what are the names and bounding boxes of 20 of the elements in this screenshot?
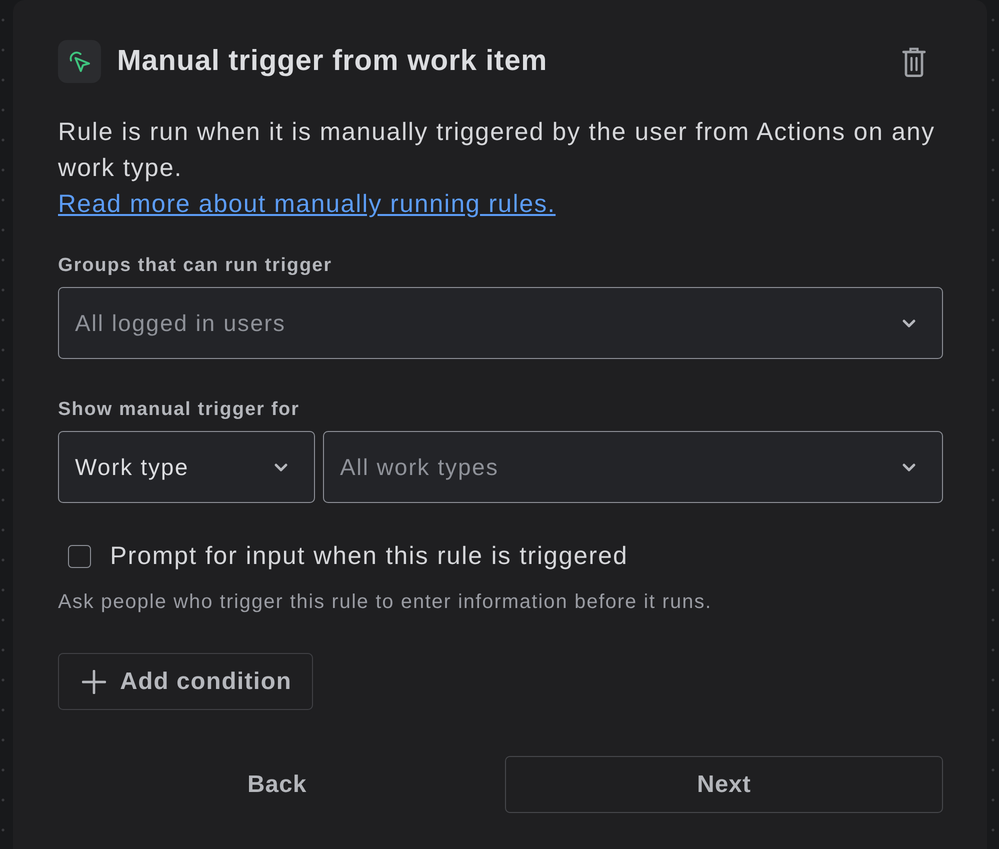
field-label: Groups that can run trigger: [58, 254, 334, 278]
cursor-click-icon: [58, 40, 101, 83]
description-text: Rule is run when it is manually triggered by the user from Actions on any work type.: [58, 117, 936, 184]
panel-title: Manual trigger from work item: [117, 45, 548, 78]
plus-icon: [82, 670, 106, 694]
chevron-down-icon: [902, 462, 916, 472]
next-button[interactable]: Next: [505, 756, 943, 813]
checkbox-label[interactable]: Prompt for input when this rule is triggered: [110, 542, 628, 570]
chevron-down-icon: [902, 318, 916, 328]
field-label: Show manual trigger for: [58, 398, 301, 422]
chevron-down-icon: [274, 462, 288, 472]
back-button[interactable]: Back: [58, 756, 496, 813]
work-type-select[interactable]: Work type: [58, 431, 315, 503]
read-more-link[interactable]: Read more about manually running rules.: [58, 186, 556, 222]
add-condition-button[interactable]: Add condition: [58, 653, 313, 710]
prompt-checkbox[interactable]: [68, 544, 91, 568]
groups-select[interactable]: All logged in users: [58, 287, 943, 359]
work-types-select[interactable]: All work types: [323, 431, 943, 503]
trash-icon[interactable]: [902, 46, 926, 76]
helper-text: Ask people who trigger this rule to enter information before it runs.: [58, 590, 713, 615]
